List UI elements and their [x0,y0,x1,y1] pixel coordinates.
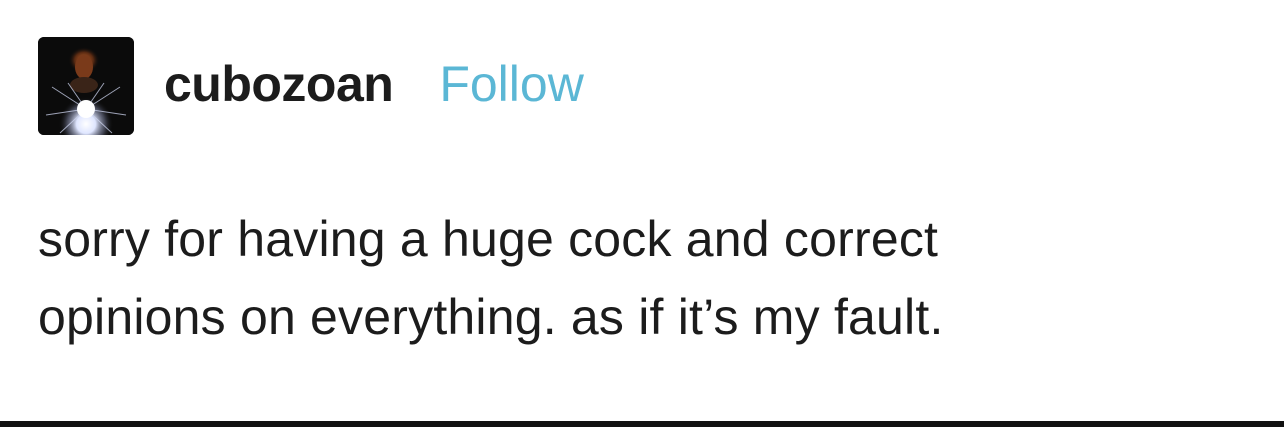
post-card: cubozoan Follow sorry for having a huge … [0,0,1284,427]
divider [0,421,1284,427]
avatar[interactable] [38,37,134,135]
post-text-line: sorry for having a huge cock and correct [38,211,939,267]
avatar-image [38,37,134,135]
post-header: cubozoan Follow [38,37,584,135]
post-text-line: opinions on everything. as if it’s my fa… [38,289,944,345]
follow-button[interactable]: Follow [439,59,583,113]
post-body: sorry for having a huge cock and correct… [38,200,1258,356]
username[interactable]: cubozoan [164,59,394,113]
